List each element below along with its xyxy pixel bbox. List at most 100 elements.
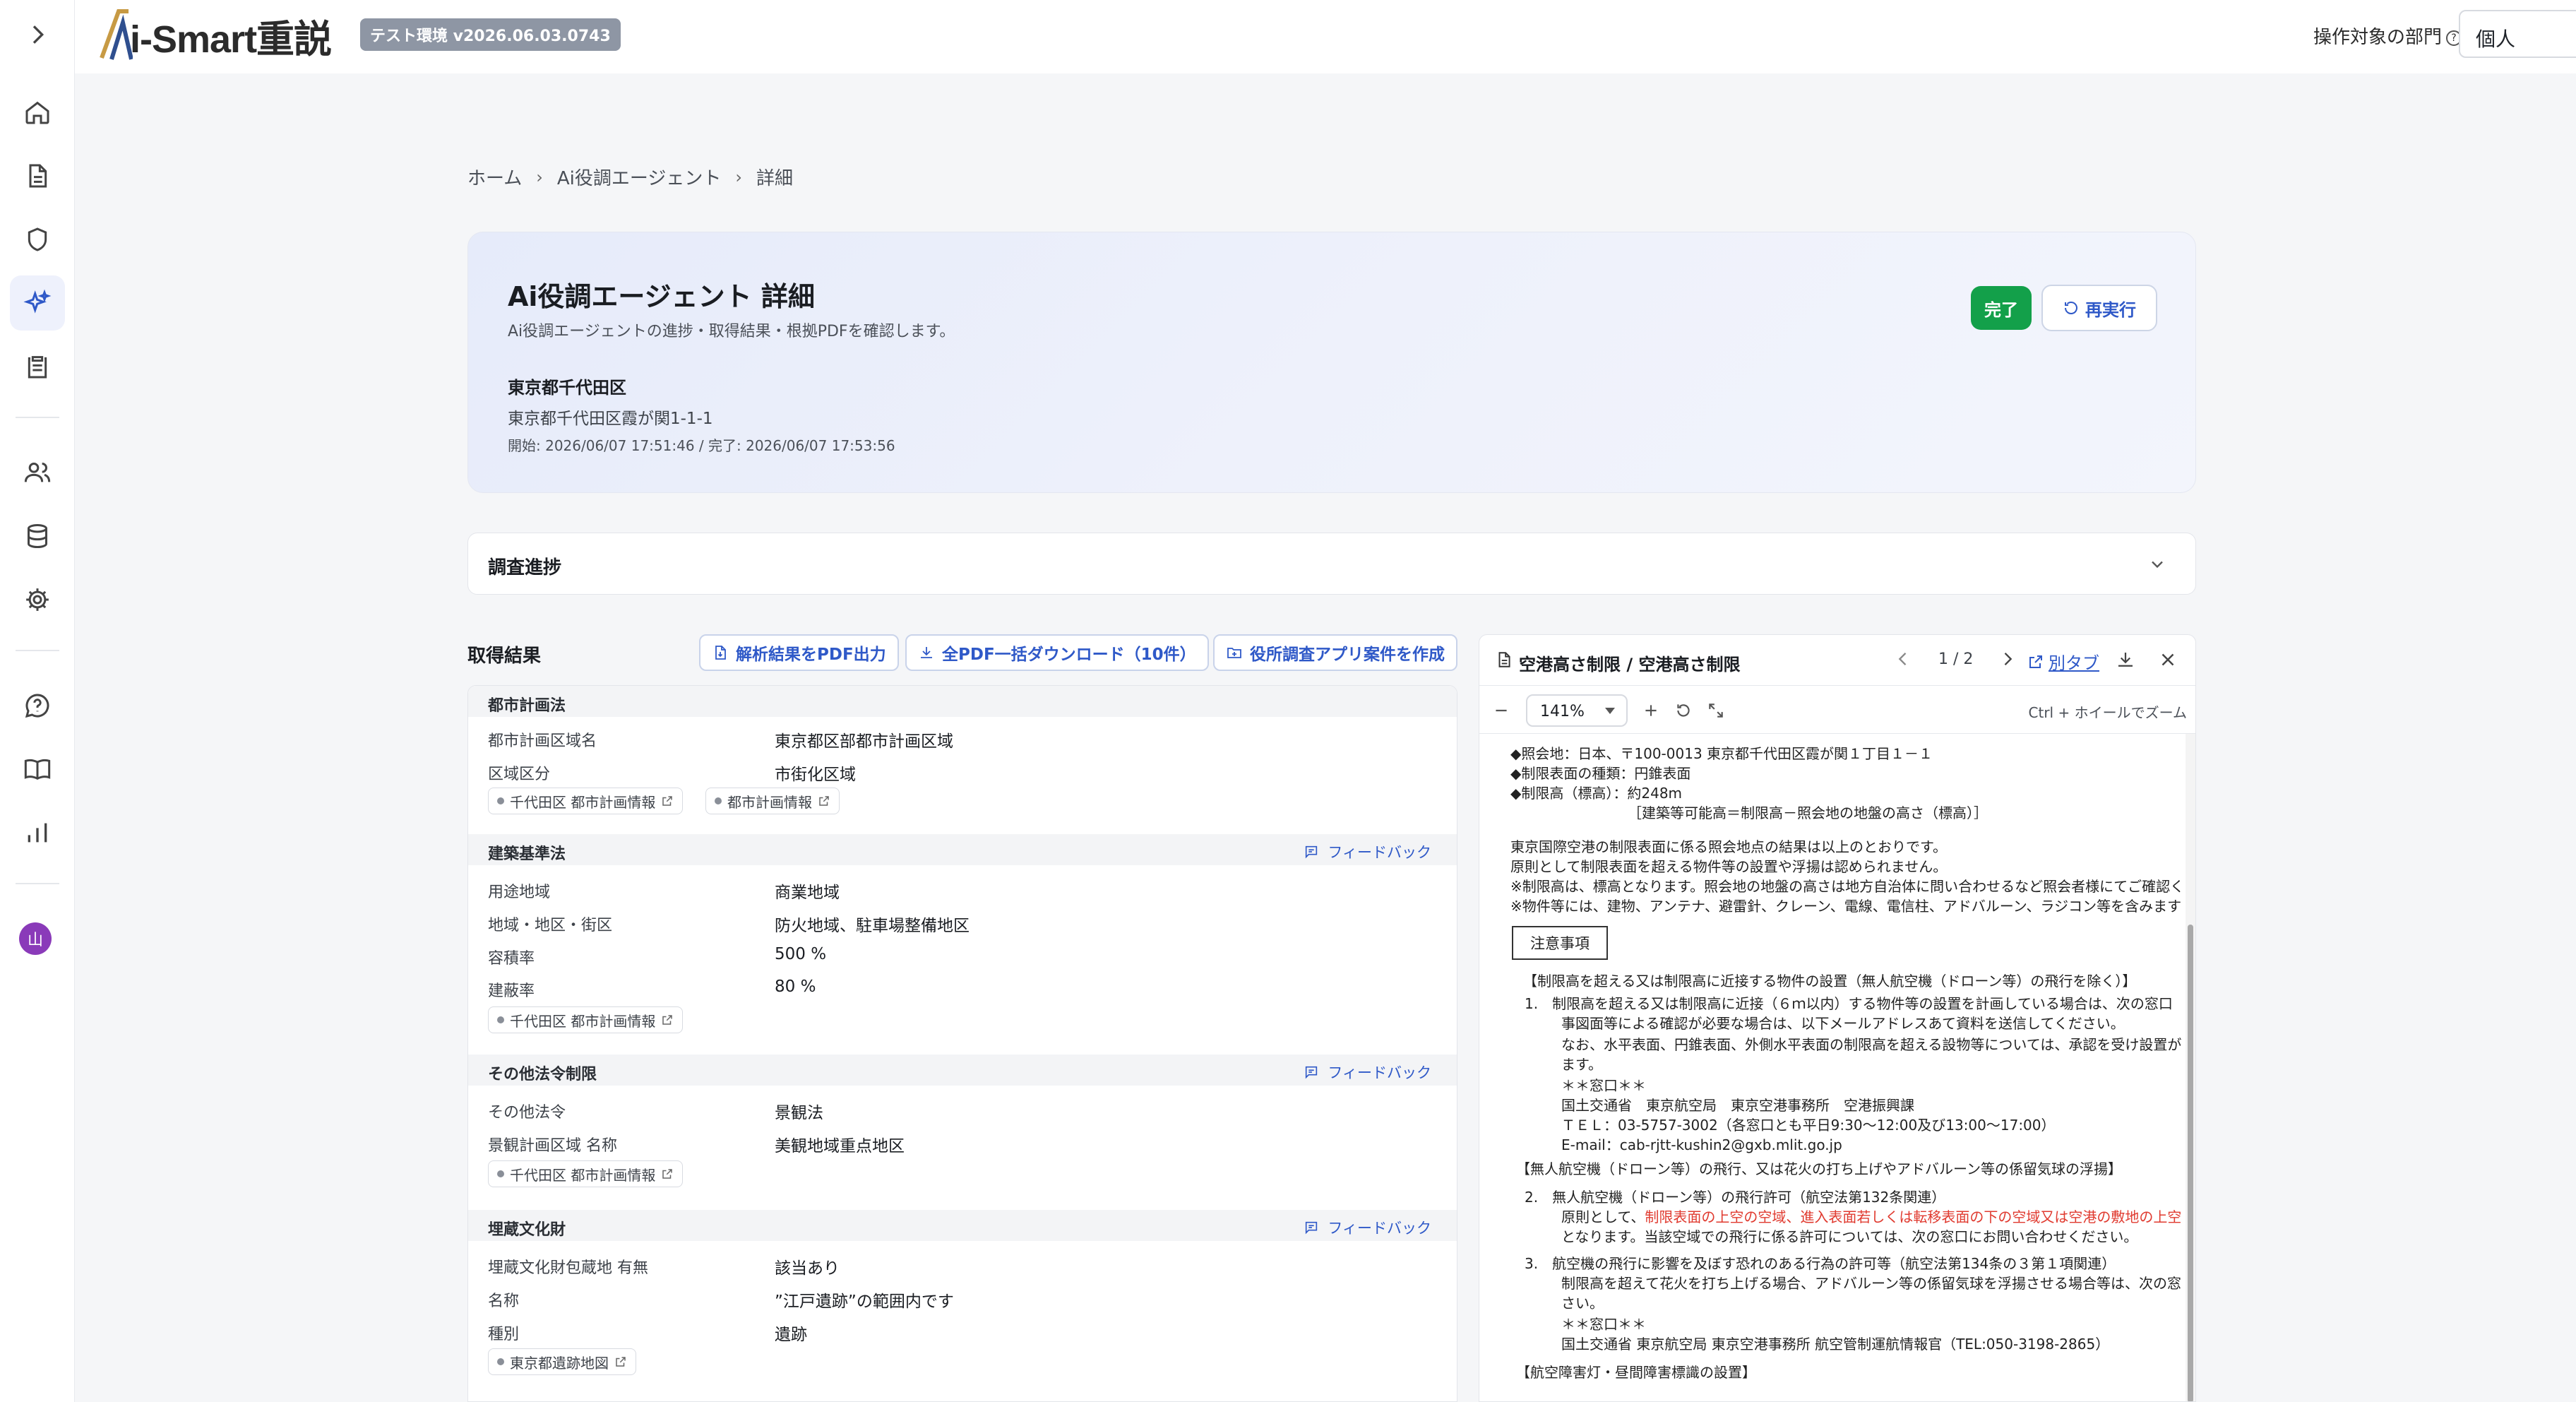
pdf-text-line: なお、水平表面、円錐表面、外側水平表面の制限高を超える設物等については、承認を受… bbox=[1561, 1036, 2182, 1053]
environment-badge: テスト環境 v2026.06.03.0743 bbox=[360, 18, 621, 51]
breadcrumb-agent[interactable]: Ai役調エージェント bbox=[557, 164, 722, 190]
pdf-text-line: ＊＊窓口＊＊ bbox=[1561, 1316, 1646, 1333]
pdf-text-line: 国土交通省 東京航空局 東京空港事務所 空港振興課 bbox=[1561, 1097, 1914, 1114]
create-case-button[interactable]: 役所調査アプリ案件を作成 bbox=[1213, 634, 1457, 671]
pdf-text-line: ※物件等には、建物、アンテナ、避雷針、クレーン、電線、電信柱、アドバルーン、ラジ… bbox=[1510, 898, 2182, 915]
feedback-label: フィードバック bbox=[1328, 1064, 1431, 1081]
dot-icon bbox=[497, 1016, 504, 1023]
sidebar-item-database[interactable] bbox=[10, 509, 65, 564]
field-label: 都市計画区域名 bbox=[488, 732, 597, 750]
section-title: 埋蔵文化財 bbox=[488, 1221, 566, 1239]
pdf-highlight-text: 制限表面の上空の空域、進入表面若しくは転移表面の下の空域又は空港の敷地の上空 bbox=[1645, 1208, 2182, 1225]
field-value: 500 % bbox=[775, 945, 827, 963]
pdf-text-line: ◆制限表面の種類：円錐表面 bbox=[1510, 765, 1691, 782]
download-all-pdf-button[interactable]: 全PDF一括ダウンロード（10件） bbox=[905, 634, 1209, 671]
sidebar-item-users[interactable] bbox=[10, 445, 65, 500]
source-link-chip[interactable]: 千代田区 都市計画情報 bbox=[488, 788, 684, 814]
sidebar-item-settings[interactable] bbox=[10, 572, 65, 627]
field-label: 景観計画区域 名称 bbox=[488, 1137, 617, 1155]
pdf-text-line: 原則として制限表面を超える物件等の設置や浮揚は認められません。 bbox=[1510, 858, 1948, 875]
export-pdf-button[interactable]: 解析結果をPDF出力 bbox=[699, 634, 899, 671]
section-header: 埋蔵文化財 フィードバック bbox=[468, 1210, 1457, 1241]
sidebar-divider bbox=[16, 883, 59, 884]
section-city-planning: 都市計画法 都市計画区域名 東京都区部都市計画区域 区域区分 市街化区域 千代田… bbox=[468, 686, 1457, 827]
user-avatar[interactable]: 山 bbox=[19, 922, 52, 955]
dot-icon bbox=[497, 1358, 504, 1365]
close-icon[interactable] bbox=[2157, 649, 2178, 670]
chevron-down-icon bbox=[2152, 561, 2163, 569]
field-label: 建蔽率 bbox=[488, 982, 535, 1000]
source-link-chip[interactable]: 東京都遺跡地図 bbox=[488, 1348, 636, 1375]
dot-icon bbox=[497, 797, 504, 804]
app-logo[interactable]: i-Smart重説 bbox=[99, 7, 332, 64]
field-value: 防火地域、駐車場整備地区 bbox=[775, 917, 970, 935]
run-timestamps: 開始: 2026/06/07 17:51:46 / 完了: 2026/06/07… bbox=[508, 437, 895, 454]
feedback-button[interactable]: フィードバック bbox=[1304, 1062, 1431, 1083]
pdf-viewer: 空港高さ制限 / 空港高さ制限 1 / 2 別タブ 141% Ctrl + ホイ… bbox=[1479, 634, 2196, 1402]
sidebar-item-security[interactable] bbox=[10, 212, 65, 267]
pdf-text-line: 2. 無人航空機（ドローン等）の飛行許可（航空法第132条関連） bbox=[1525, 1189, 1946, 1206]
section-header: その他法令制限 フィードバック bbox=[468, 1055, 1457, 1086]
pdf-text-line: 国土交通省 東京航空局 東京空港事務所 航空管制運航情報官（TEL:050-31… bbox=[1561, 1336, 2110, 1353]
pdf-text-line: ※制限高は、標高となります。照会地の地盤の高さは地方自治体に問い合わせるなど照会… bbox=[1510, 878, 2185, 895]
viewer-scrollbar[interactable] bbox=[2186, 734, 2195, 1401]
fullscreen-icon[interactable] bbox=[1707, 701, 1725, 720]
sidebar-item-manual[interactable] bbox=[10, 742, 65, 797]
sidebar-item-help[interactable] bbox=[10, 678, 65, 733]
scrollbar-thumb[interactable] bbox=[2188, 925, 2193, 1401]
sidebar-item-ai-agent[interactable] bbox=[10, 275, 65, 331]
sidebar-item-analytics[interactable] bbox=[10, 805, 65, 860]
logo-mark-icon bbox=[100, 9, 133, 60]
notice-box: 注意事項 bbox=[1512, 926, 1608, 960]
feedback-button[interactable]: フィードバック bbox=[1304, 841, 1431, 862]
source-link-chip[interactable]: 千代田区 都市計画情報 bbox=[488, 1160, 684, 1187]
sidebar-item-documents[interactable] bbox=[10, 148, 65, 203]
sidebar-item-tasks[interactable] bbox=[10, 339, 65, 394]
zoom-in-icon[interactable] bbox=[1642, 701, 1660, 720]
chevron-right-icon[interactable] bbox=[1998, 649, 2017, 669]
section-buried-cultural-property: 埋蔵文化財 フィードバック 埋蔵文化財包蔵地 有無 該当あり 名称 ”江戸遺跡”… bbox=[468, 1210, 1457, 1401]
section-header: 建築基準法 フィードバック bbox=[468, 834, 1457, 865]
dept-select[interactable]: 個人 bbox=[2459, 10, 2576, 58]
source-link-chip[interactable]: 千代田区 都市計画情報 bbox=[488, 1006, 684, 1033]
progress-title: 調査進捗 bbox=[488, 557, 562, 578]
field-label: 種別 bbox=[488, 1326, 520, 1343]
source-link-chip[interactable]: 都市計画情報 bbox=[705, 788, 840, 814]
section-header: 都市計画法 bbox=[468, 686, 1457, 717]
download-icon bbox=[921, 647, 932, 658]
external-link-icon bbox=[662, 796, 673, 806]
expand-sidebar-button[interactable] bbox=[10, 7, 65, 62]
pdf-text-line: さい。 bbox=[1561, 1295, 1604, 1312]
feedback-label: フィードバック bbox=[1328, 1220, 1431, 1237]
gear-icon bbox=[26, 588, 49, 611]
pdf-text-line: 1. 制限高を超える又は制限高に近接（６ｍ以内）する物件等の設置を計画している場… bbox=[1525, 995, 2173, 1012]
section-other-regulations: その他法令制限 フィードバック その他法令 景観法 景観計画区域 名称 美観地域… bbox=[468, 1055, 1457, 1203]
pdf-text-line: 事図面等による確認が必要な場合は、以下メールアドレスあて資料を送信してください。 bbox=[1561, 1015, 2125, 1032]
progress-accordion[interactable]: 調査進捗 bbox=[467, 533, 2196, 595]
breadcrumb-home[interactable]: ホーム bbox=[467, 164, 522, 190]
chevron-left-icon[interactable] bbox=[1893, 649, 1913, 669]
zoom-select[interactable]: 141% bbox=[1526, 694, 1628, 727]
breadcrumb: ホーム › Ai役調エージェント › 詳細 bbox=[467, 164, 793, 190]
feedback-button[interactable]: フィードバック bbox=[1304, 1217, 1431, 1238]
dept-label: 操作対象の部門? bbox=[2313, 23, 2462, 49]
source-link-label: 千代田区 都市計画情報 bbox=[510, 1166, 656, 1184]
feedback-label: フィードバック bbox=[1328, 844, 1431, 861]
bar-chart-icon bbox=[28, 823, 47, 843]
message-icon bbox=[1306, 845, 1318, 859]
rerun-button[interactable]: 再実行 bbox=[2041, 285, 2157, 331]
page-indicator: 1 / 2 bbox=[1938, 650, 1974, 668]
dot-icon bbox=[497, 1170, 504, 1177]
field-label: その他法令 bbox=[488, 1104, 566, 1122]
open-new-tab-link[interactable]: 別タブ bbox=[2027, 649, 2099, 674]
viewer-title: 空港高さ制限 / 空港高さ制限 bbox=[1519, 655, 1741, 675]
viewer-header: 空港高さ制限 / 空港高さ制限 1 / 2 別タブ bbox=[1479, 635, 2195, 686]
sidebar-item-home[interactable] bbox=[10, 85, 65, 140]
dept-select-value: 個人 bbox=[2476, 28, 2516, 51]
rotate-icon[interactable] bbox=[1674, 701, 1693, 720]
pdf-text-line: 【航空障害灯・昼間障害標識の設置】 bbox=[1516, 1364, 1756, 1381]
sidebar-divider bbox=[16, 650, 59, 651]
zoom-out-icon[interactable] bbox=[1492, 701, 1510, 720]
source-link-label: 都市計画情報 bbox=[727, 793, 812, 811]
download-icon[interactable] bbox=[2115, 649, 2136, 670]
